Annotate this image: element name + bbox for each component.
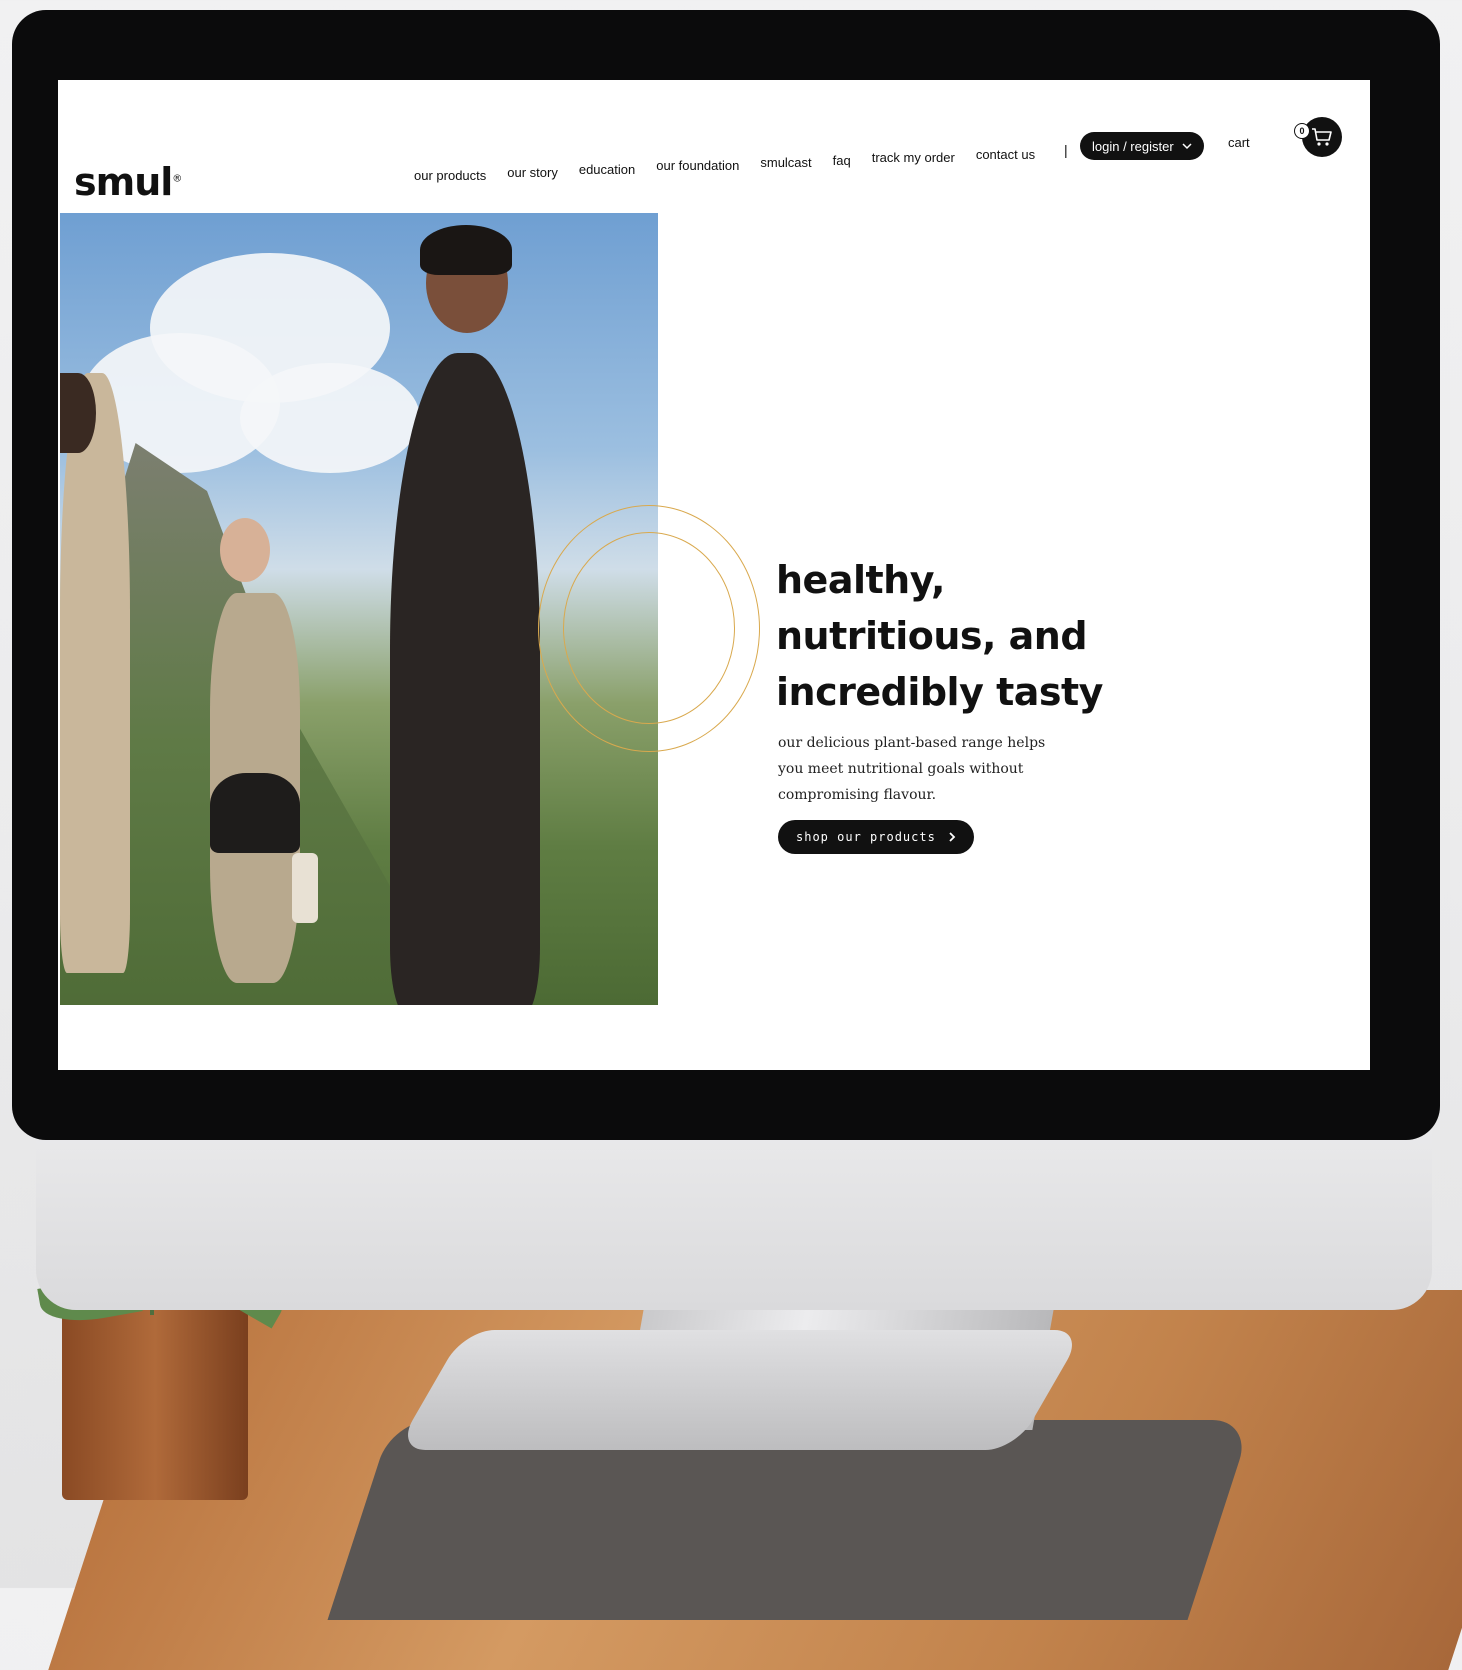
cart-count-badge: 0	[1294, 123, 1310, 139]
nav-divider: |	[1064, 142, 1068, 158]
nav-link-our-story[interactable]: our story	[507, 165, 558, 180]
chevron-down-icon	[1182, 143, 1192, 150]
nav-link-smulcast[interactable]: smulcast	[760, 155, 811, 170]
site-header: smul® our products our story education o…	[58, 80, 1370, 210]
login-register-label: login / register	[1092, 138, 1174, 154]
cart-icon	[1312, 128, 1332, 146]
main-navigation: our products our story education our fou…	[414, 140, 1035, 183]
chevron-right-icon	[949, 832, 956, 842]
website-screen: smul® our products our story education o…	[58, 80, 1370, 1070]
nav-link-faq[interactable]: faq	[833, 153, 851, 168]
desk-shadow	[327, 1420, 1253, 1620]
shop-our-products-button[interactable]: shop our products	[778, 820, 974, 854]
shop-button-label: shop our products	[796, 830, 936, 844]
nav-link-contact-us[interactable]: contact us	[976, 147, 1035, 162]
person-woman	[390, 353, 540, 1005]
cart-button[interactable]	[1302, 117, 1342, 157]
site-logo[interactable]: smul®	[74, 160, 182, 204]
hero-headline: healthy, nutritious, and incredibly tast…	[776, 552, 1196, 720]
headline-line: nutritious, and	[776, 614, 1088, 658]
nav-link-our-foundation[interactable]: our foundation	[656, 158, 739, 173]
smul-bottle	[292, 853, 318, 923]
headline-line: incredibly tasty	[776, 670, 1103, 714]
decorative-ring-inner	[563, 532, 735, 724]
monitor-stand-base	[395, 1330, 1085, 1450]
person-middle-head	[220, 518, 270, 582]
hero-subtext: our delicious plant-based range helps yo…	[778, 735, 1046, 803]
nav-link-our-products[interactable]: our products	[414, 168, 486, 183]
cart-link[interactable]: cart	[1228, 135, 1250, 150]
logo-registered-mark: ®	[172, 173, 182, 185]
logo-text: smul	[74, 160, 173, 204]
person-woman-hair	[420, 225, 512, 275]
person-left-head	[60, 373, 96, 453]
person-left	[60, 373, 130, 973]
nav-link-track-my-order[interactable]: track my order	[872, 150, 955, 165]
cloud	[240, 363, 420, 473]
plant-pot	[62, 1310, 248, 1500]
login-register-button[interactable]: login / register	[1080, 132, 1204, 160]
headline-line: healthy,	[776, 558, 945, 602]
nav-link-education[interactable]: education	[579, 162, 635, 177]
person-middle-shorts	[210, 773, 300, 853]
